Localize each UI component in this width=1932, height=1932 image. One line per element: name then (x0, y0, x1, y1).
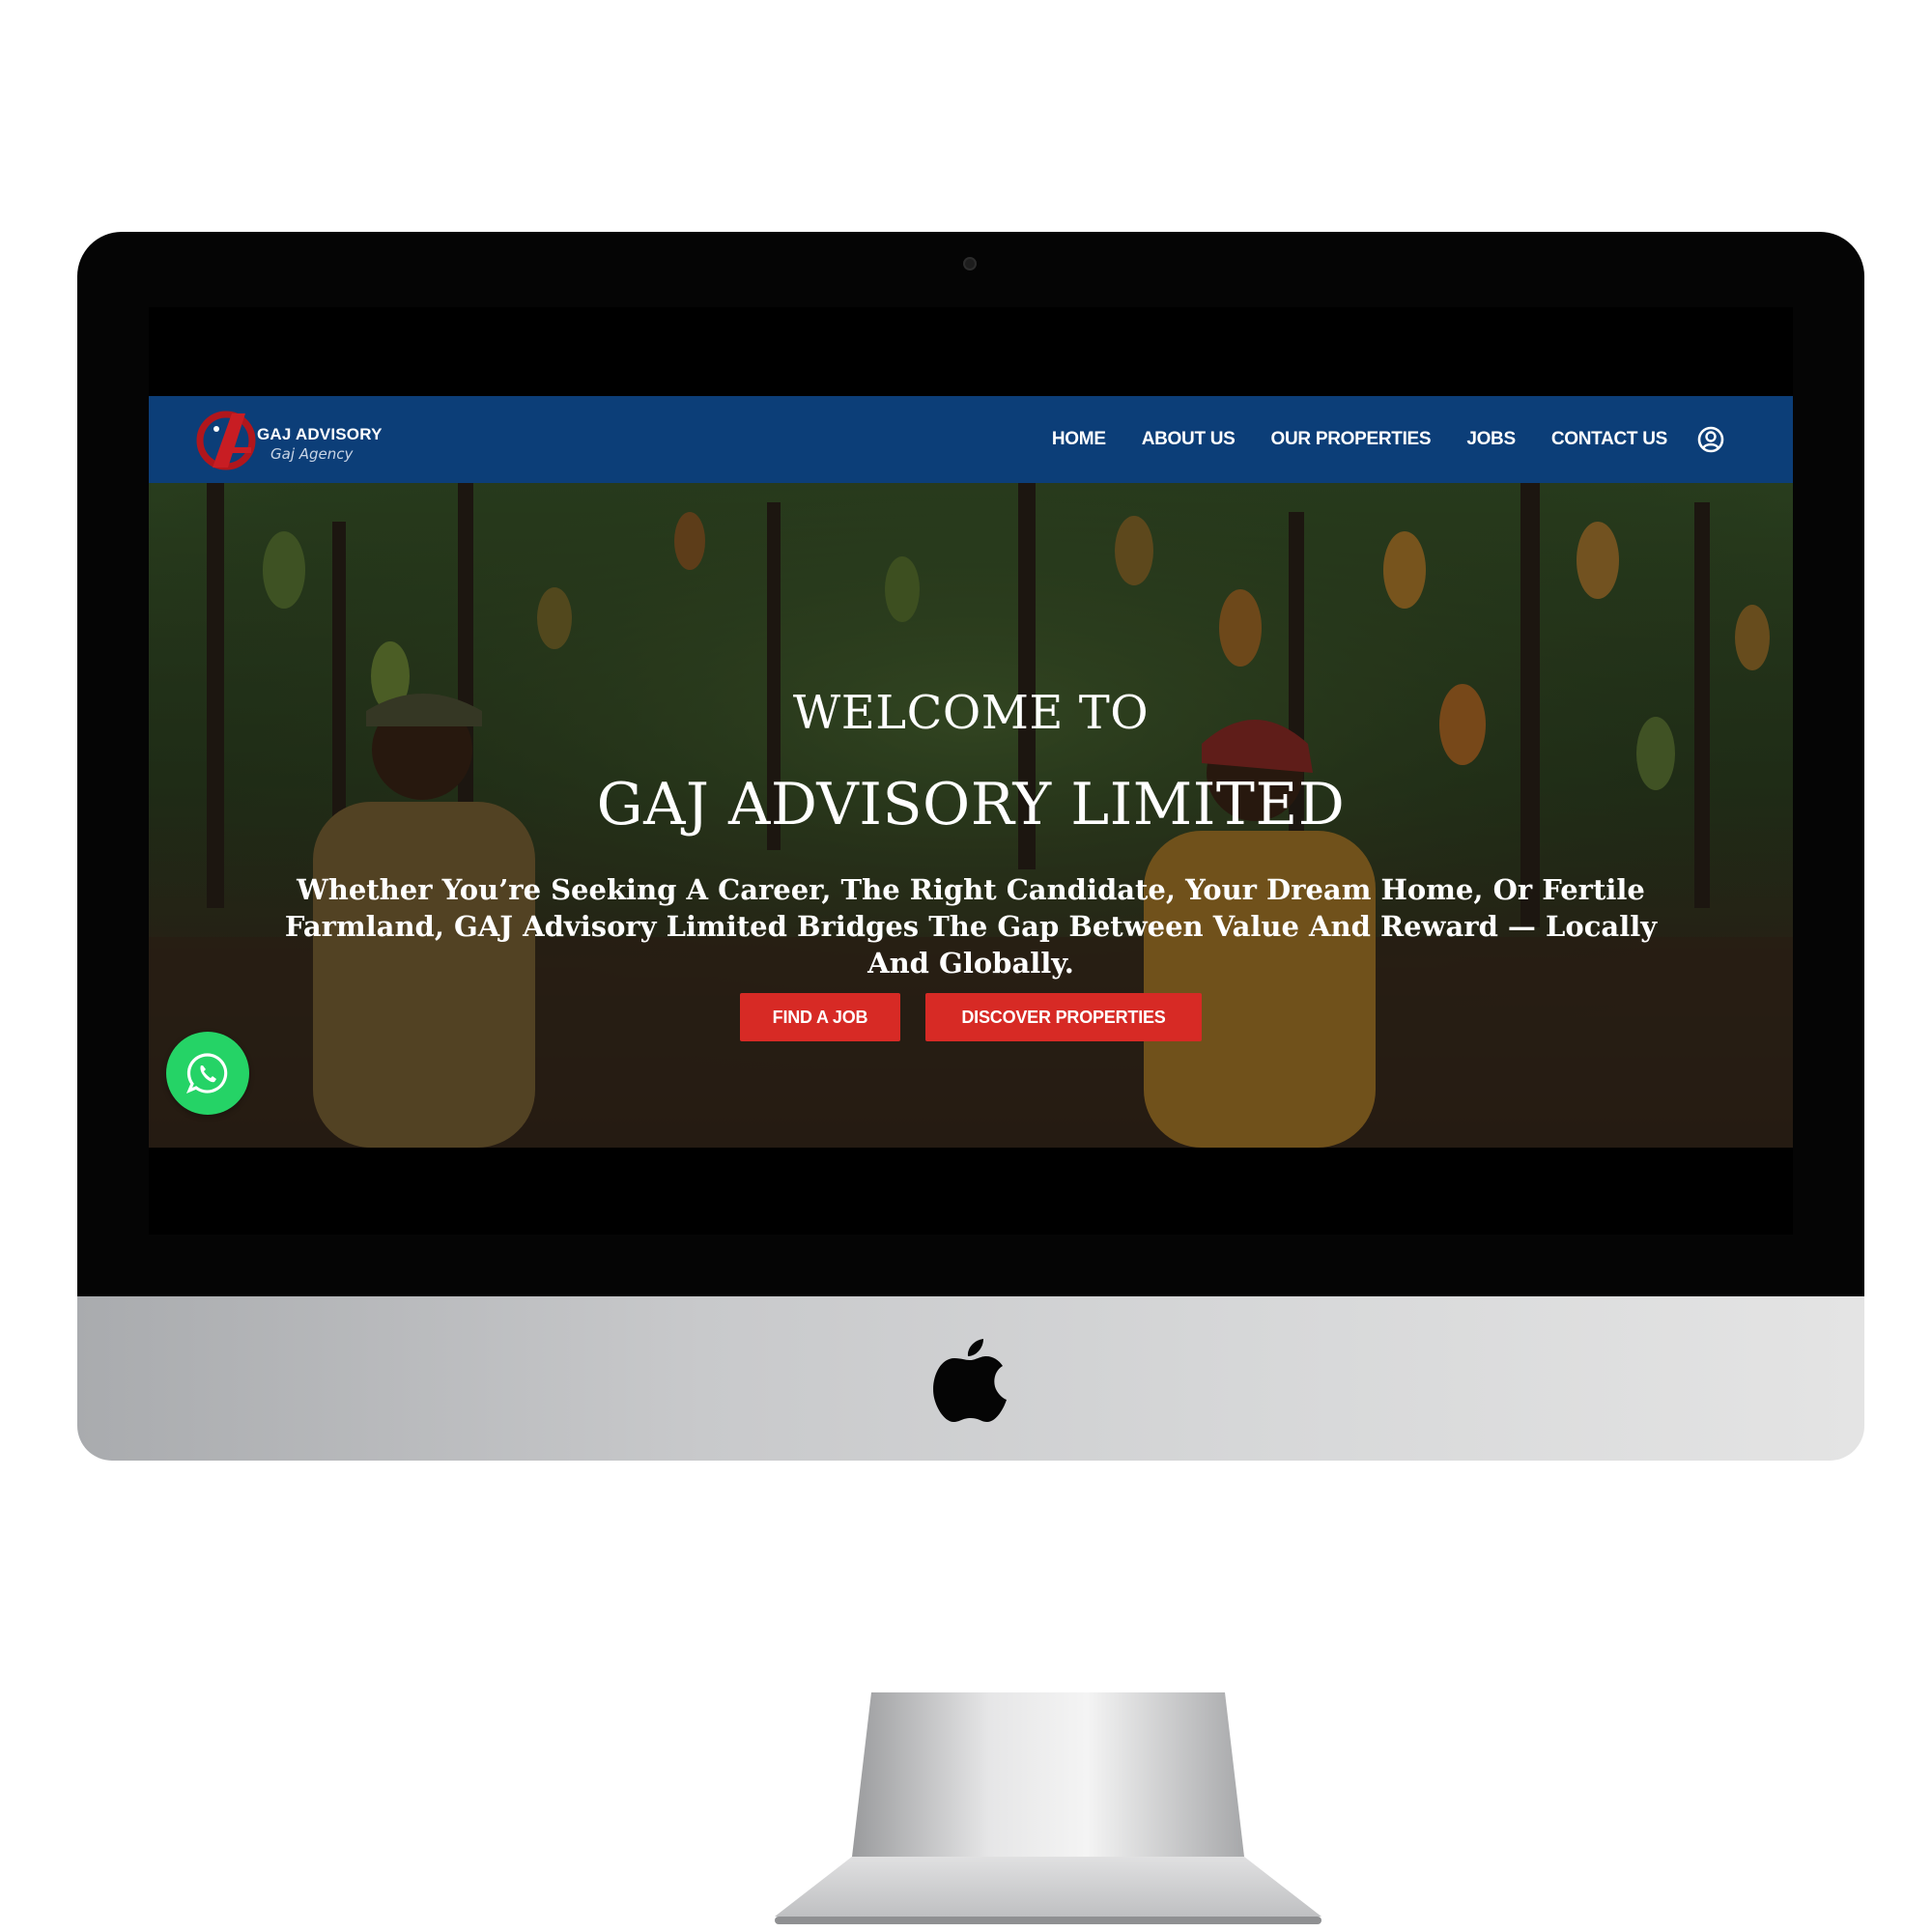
discover-properties-button[interactable]: DISCOVER PROPERTIES (925, 993, 1202, 1041)
top-navbar: GAJ ADVISORY Gaj Agency HOME ABOUT US OU… (149, 396, 1793, 483)
camera-dot (963, 257, 977, 270)
brand-name: GAJ ADVISORY (257, 425, 383, 443)
monitor-bezel: GAJ ADVISORY Gaj Agency HOME ABOUT US OU… (77, 232, 1864, 1296)
nav-item-our-properties[interactable]: OUR PROPERTIES (1271, 429, 1432, 450)
apple-logo-icon (933, 1339, 1007, 1422)
hero-section: WELCOME TO GAJ ADVISORY LIMITED Whether … (149, 483, 1793, 1148)
screen: GAJ ADVISORY Gaj Agency HOME ABOUT US OU… (149, 307, 1793, 1235)
gaj-logo-mark-icon (196, 411, 256, 470)
whatsapp-chat-button[interactable] (166, 1032, 249, 1115)
find-a-job-button[interactable]: FIND A JOB (740, 993, 900, 1041)
nav-item-jobs[interactable]: JOBS (1466, 429, 1516, 450)
hero-description: Whether You’re Seeking A Career, The Rig… (284, 873, 1658, 980)
nav-item-contact-us[interactable]: CONTACT US (1551, 429, 1667, 450)
whatsapp-icon (185, 1053, 228, 1094)
nav-item-home[interactable]: HOME (1052, 429, 1106, 450)
monitor-stand (775, 1692, 1321, 1924)
brand-logo[interactable]: GAJ ADVISORY Gaj Agency (195, 400, 388, 479)
website: GAJ ADVISORY Gaj Agency HOME ABOUT US OU… (149, 396, 1793, 1148)
hero-company-title: GAJ ADVISORY LIMITED (596, 771, 1346, 838)
nav-item-about-us[interactable]: ABOUT US (1142, 429, 1236, 450)
nav-menu: HOME ABOUT US OUR PROPERTIES JOBS CONTAC… (1016, 396, 1725, 483)
imac-monitor: GAJ ADVISORY Gaj Agency HOME ABOUT US OU… (77, 232, 1864, 1924)
brand-tagline: Gaj Agency (270, 445, 354, 463)
user-circle-icon[interactable] (1696, 425, 1725, 454)
hero-welcome-heading: WELCOME TO (792, 686, 1150, 740)
